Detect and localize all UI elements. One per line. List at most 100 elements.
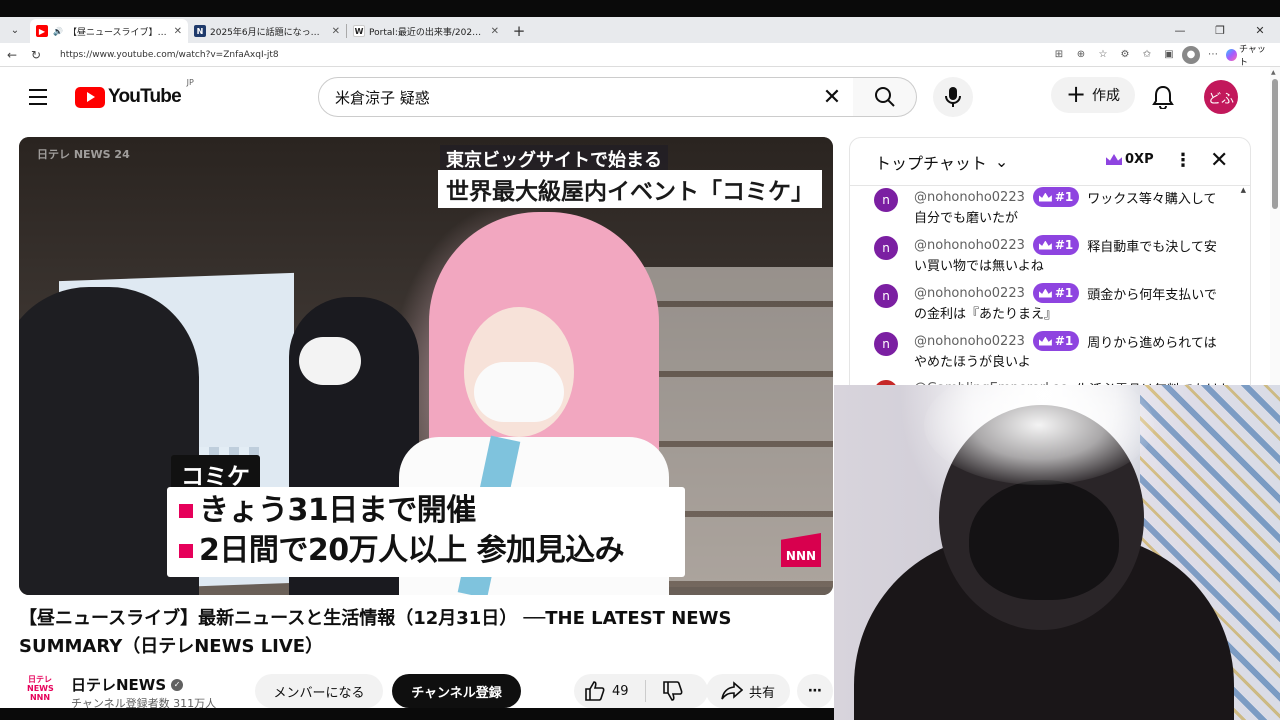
rank-badge: #1 xyxy=(1032,331,1080,351)
video-cosplayer-mask xyxy=(474,362,564,422)
chat-username[interactable]: @nohonoho0223 xyxy=(914,286,1025,301)
chat-text: 自分でも磨いたが xyxy=(914,211,1019,226)
share-button[interactable]: 共有 xyxy=(706,674,790,708)
collections-icon[interactable]: ▣ xyxy=(1160,46,1178,64)
xp-value: 0XP xyxy=(1125,152,1154,167)
close-tab-icon[interactable]: ✕ xyxy=(332,26,340,37)
close-tab-icon[interactable]: ✕ xyxy=(491,26,499,37)
bullet-icon xyxy=(179,504,193,518)
app-grid-icon[interactable]: ⊞ xyxy=(1050,46,1068,64)
chat-text: 頭金から何年支払いで xyxy=(1087,287,1217,303)
chat-text: やめたほうが良いよ xyxy=(914,355,1031,370)
chat-text: ワックス等々購入して xyxy=(1087,191,1217,207)
clear-search-icon[interactable]: ✕ xyxy=(817,82,847,112)
crown-icon xyxy=(1106,154,1122,165)
video-player[interactable]: 日テレ NEWS 24 東京ビッグサイトで始まる 世界最大級屋内イベント「コミケ… xyxy=(19,137,833,595)
voice-search-button[interactable] xyxy=(933,77,973,117)
create-label: 作成 xyxy=(1092,88,1121,104)
chat-message: n @nohonoho0223 #1 頭金から何年支払いで の金利は『あたりまえ』 xyxy=(850,280,1250,328)
subscribe-button[interactable]: チャンネル登録 xyxy=(392,674,521,708)
share-arrow-icon xyxy=(721,681,743,700)
top-black-bar xyxy=(0,0,1280,17)
thumbs-down-icon[interactable] xyxy=(662,680,684,702)
more-actions-icon[interactable]: ⋯ xyxy=(797,674,833,708)
chat-message: n @nohonoho0223 #1 ワックス等々購入して 自分でも磨いたが xyxy=(850,184,1250,232)
youtube-header: YouTube JP 米倉涼子 疑惑 ✕ + 作成 どふ xyxy=(0,67,1270,127)
close-tab-icon[interactable]: ✕ xyxy=(174,26,182,37)
youtube-logo[interactable]: YouTube JP xyxy=(75,78,194,108)
youtube-play-icon xyxy=(75,86,105,108)
chat-message-list: n @nohonoho0223 #1 ワックス等々購入して 自分でも磨いたが n @… xyxy=(850,184,1250,396)
scrollbar-thumb[interactable] xyxy=(1272,79,1278,209)
speaker-icon[interactable]: 🔊 xyxy=(52,25,64,37)
caption-line: きょう31日まで開催 xyxy=(179,491,673,531)
account-avatar[interactable]: どふ xyxy=(1204,80,1238,114)
join-membership-button[interactable]: メンバーになる xyxy=(255,674,383,708)
thumbs-up-icon[interactable] xyxy=(584,680,606,702)
caption-text: きょう31日まで開催 xyxy=(199,493,476,528)
like-dislike-group: 49 xyxy=(574,674,708,708)
region-label: JP xyxy=(186,78,194,87)
back-arrow-icon[interactable]: ← xyxy=(0,44,24,66)
chat-message-line: @nohonoho0223 #1 周りから進められては xyxy=(914,331,1217,351)
more-menu-icon[interactable]: ⋯ xyxy=(1204,46,1222,64)
channel-name[interactable]: 日テレNEWS ✓ xyxy=(71,674,184,695)
chat-avatar[interactable]: n xyxy=(874,332,898,356)
like-count[interactable]: 49 xyxy=(612,684,629,699)
crown-icon xyxy=(1038,192,1052,202)
favorite-star-icon[interactable]: ☆ xyxy=(1094,46,1112,64)
crown-icon xyxy=(1038,336,1052,346)
microphone-icon xyxy=(945,87,961,107)
refresh-icon[interactable]: ↻ xyxy=(24,44,48,66)
webcam-person-mask xyxy=(969,480,1119,600)
notifications-button[interactable] xyxy=(1145,79,1181,115)
chat-avatar[interactable]: n xyxy=(874,284,898,308)
chat-text: い買い物では無いよね xyxy=(914,259,1044,274)
screen: ⌄ ▶ 🔊 【昼ニュースライブ】最新ニュースと生活情報 ✕ N 2025年6月に… xyxy=(0,0,1280,720)
tab-title: Portal:最近の出来事/2025年1月 - W xyxy=(369,27,487,38)
scroll-up-icon[interactable]: ▲ xyxy=(1271,69,1276,76)
copilot-chat-button[interactable]: チャット xyxy=(1226,45,1272,68)
chat-username[interactable]: @nohonoho0223 xyxy=(914,334,1025,349)
chat-username[interactable]: @nohonoho0223 xyxy=(914,190,1025,205)
browser-tab-3[interactable]: W Portal:最近の出来事/2025年1月 - W ✕ xyxy=(347,19,505,43)
zoom-icon[interactable]: ⊕ xyxy=(1072,46,1090,64)
chat-avatar[interactable]: n xyxy=(874,188,898,212)
extensions-icon[interactable]: ⚙ xyxy=(1116,46,1134,64)
chat-mode-dropdown[interactable]: トップチャット ⌄ xyxy=(875,150,1008,174)
window-controls: — ❐ ✕ xyxy=(1160,17,1280,43)
create-button[interactable]: + 作成 xyxy=(1051,77,1135,113)
profile-icon[interactable]: ● xyxy=(1182,45,1200,64)
copilot-icon xyxy=(1226,48,1238,61)
search-input[interactable]: 米倉涼子 疑惑 ✕ xyxy=(318,77,854,117)
webcam-overlay xyxy=(834,385,1280,720)
favorites-icon[interactable]: ✩ xyxy=(1138,46,1156,64)
close-window-icon[interactable]: ✕ xyxy=(1240,17,1280,43)
video-mask-graphic xyxy=(299,337,361,385)
chat-more-icon[interactable]: ⋮ xyxy=(1174,150,1192,171)
url-field[interactable]: https://www.youtube.com/watch?v=ZnfaAxqI… xyxy=(54,45,1044,65)
rank-badge: #1 xyxy=(1032,283,1080,303)
xp-badge[interactable]: 0XP xyxy=(1106,152,1154,167)
close-chat-icon[interactable]: ✕ xyxy=(1210,148,1228,173)
new-tab-button[interactable]: + xyxy=(507,19,531,43)
chat-avatar[interactable]: n xyxy=(874,236,898,260)
minimize-icon[interactable]: — xyxy=(1160,17,1200,43)
video-title: 【昼ニュースライブ】最新ニュースと生活情報（12月31日） ──THE LATE… xyxy=(19,608,732,657)
channel-logo[interactable]: 日テレ NEWS NNN xyxy=(27,675,54,707)
caption-box: きょう31日まで開催 2日間で20万人以上 参加見込み xyxy=(167,487,685,577)
channel-name-text: 日テレNEWS xyxy=(71,676,167,694)
hamburger-menu-icon[interactable] xyxy=(19,77,59,117)
search-button[interactable] xyxy=(853,77,917,117)
caption-top-line-2: 世界最大級屋内イベント「コミケ」 xyxy=(438,170,822,208)
rank-badge: #1 xyxy=(1032,187,1080,207)
chat-text: 周りから進められては xyxy=(1087,335,1217,351)
restore-icon[interactable]: ❐ xyxy=(1200,17,1240,43)
chat-username[interactable]: @nohonoho0223 xyxy=(914,238,1025,253)
channel-bug: 日テレ NEWS 24 xyxy=(37,148,130,161)
rank-badge: #1 xyxy=(1032,235,1080,255)
browser-tab-1[interactable]: ▶ 🔊 【昼ニュースライブ】最新ニュースと生活情報 ✕ xyxy=(30,19,188,43)
browser-tab-2[interactable]: N 2025年6月に話題になった時事ニュース ✕ xyxy=(188,19,346,43)
bullet-icon xyxy=(179,544,193,558)
tab-list-dropdown[interactable]: ⌄ xyxy=(4,19,26,41)
